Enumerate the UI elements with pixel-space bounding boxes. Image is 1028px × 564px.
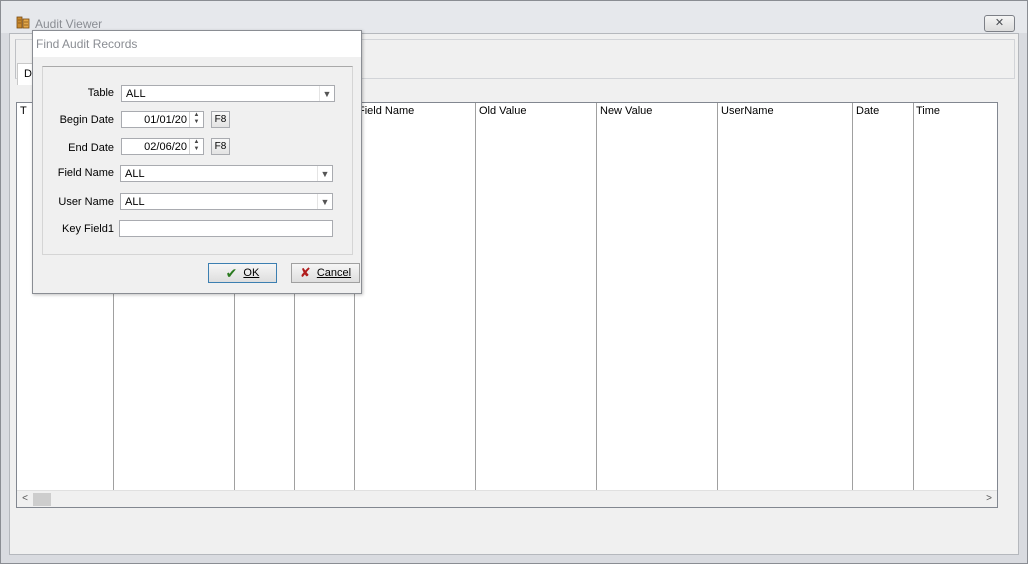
scroll-left-icon[interactable]: <	[19, 493, 31, 505]
table-label: Table	[87, 87, 114, 99]
column-header-username[interactable]: UserName	[721, 105, 774, 117]
close-button[interactable]: ✕	[984, 15, 1015, 32]
audit-viewer-icon	[16, 16, 30, 29]
user-name-select[interactable]: ALL ▼	[120, 193, 333, 210]
horizontal-scrollbar[interactable]: < >	[17, 490, 997, 507]
spin-up-icon[interactable]: ▲	[190, 112, 203, 119]
field-name-select-value: ALL	[125, 168, 145, 180]
spin-down-icon[interactable]: ▼	[190, 119, 203, 126]
end-date-spinner[interactable]: ▲ ▼	[189, 139, 203, 154]
begin-date-label: Begin Date	[59, 114, 114, 126]
begin-date-spinner[interactable]: ▲ ▼	[189, 112, 203, 127]
spin-down-icon[interactable]: ▼	[190, 146, 203, 153]
column-header-time[interactable]: Time	[916, 105, 940, 117]
dialog-title: Find Audit Records	[36, 37, 138, 51]
title-bar: Audit Viewer ✕	[1, 1, 1027, 33]
field-name-label: Field Name	[57, 167, 114, 179]
begin-date-field[interactable]: 01/01/20 ▲ ▼	[121, 111, 204, 128]
column-divider	[852, 103, 853, 491]
chevron-down-icon[interactable]: ▼	[317, 166, 332, 181]
end-date-field[interactable]: 02/06/20 ▲ ▼	[121, 138, 204, 155]
dialog-title-bar: Find Audit Records	[33, 31, 361, 57]
column-divider	[913, 103, 914, 491]
checkmark-icon: ✔	[225, 264, 238, 281]
ok-button-label: OK	[243, 267, 260, 279]
end-date-f8-button[interactable]: F8	[211, 138, 230, 155]
table-select[interactable]: ALL ▼	[121, 85, 335, 102]
close-icon: ✕	[994, 17, 1005, 29]
field-name-select[interactable]: ALL ▼	[120, 165, 333, 182]
begin-date-value: 01/01/20	[144, 114, 187, 126]
scroll-thumb[interactable]	[33, 493, 51, 506]
column-header-old-value[interactable]: Old Value	[479, 105, 527, 117]
chevron-down-icon[interactable]: ▼	[317, 194, 332, 209]
key-field1-input[interactable]	[119, 220, 333, 237]
ok-button[interactable]: ✔ OK	[208, 263, 277, 283]
cancel-button[interactable]: ✘ Cancel	[291, 263, 360, 283]
scroll-right-icon[interactable]: >	[983, 493, 995, 505]
find-audit-records-dialog: Find Audit Records Table ALL ▼ Begin Dat…	[32, 30, 362, 294]
window-title: Audit Viewer	[35, 17, 103, 31]
column-divider	[717, 103, 718, 491]
end-date-value: 02/06/20	[144, 141, 187, 153]
spin-up-icon[interactable]: ▲	[190, 139, 203, 146]
begin-date-f8-button[interactable]: F8	[211, 111, 230, 128]
column-header-t[interactable]: T	[20, 105, 27, 117]
column-divider	[475, 103, 476, 491]
column-header-date[interactable]: Date	[856, 105, 879, 117]
cross-icon: ✘	[299, 265, 311, 280]
user-name-select-value: ALL	[125, 196, 145, 208]
chevron-down-icon[interactable]: ▼	[319, 86, 334, 101]
table-select-value: ALL	[126, 88, 146, 100]
column-header-field-name[interactable]: Field Name	[358, 105, 414, 117]
column-divider	[596, 103, 597, 491]
column-header-new-value[interactable]: New Value	[600, 105, 652, 117]
cancel-button-label: Cancel	[316, 267, 352, 279]
user-name-label: User Name	[58, 196, 114, 208]
end-date-label: End Date	[68, 142, 114, 154]
key-field1-label: Key Field1	[62, 223, 114, 235]
